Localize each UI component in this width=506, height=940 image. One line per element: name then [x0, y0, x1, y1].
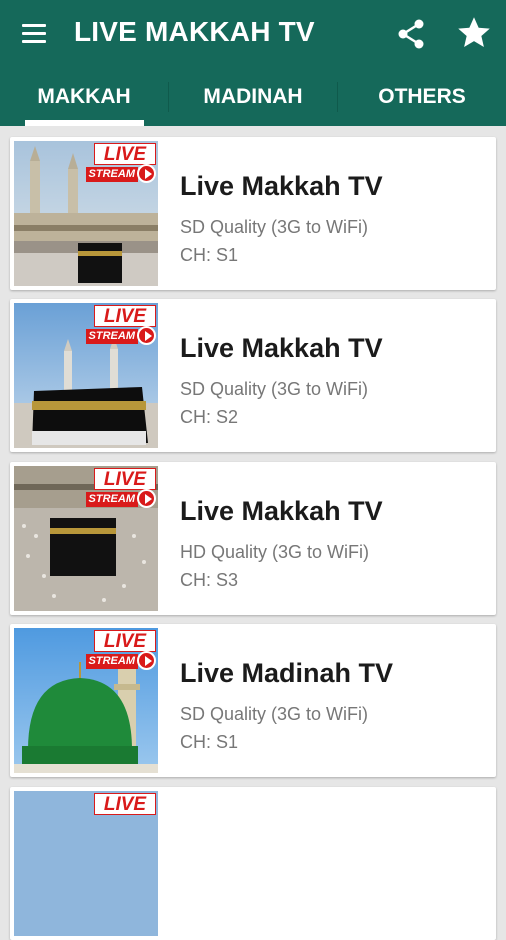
live-label: LIVE	[94, 630, 156, 652]
live-label: LIVE	[94, 305, 156, 327]
live-label: LIVE	[94, 793, 156, 815]
tab-madinah[interactable]: MADINAH	[169, 68, 337, 126]
live-label: LIVE	[94, 468, 156, 490]
channel-card[interactable]: LIVE STREAM Live Makkah TV HD Quality (3…	[10, 462, 496, 615]
stream-label: STREAM	[85, 167, 138, 182]
stream-label: STREAM	[85, 329, 138, 344]
channel-title: Live Makkah TV	[180, 171, 383, 201]
toolbar: LIVE MAKKAH TV	[0, 0, 506, 68]
live-stream-badge: LIVE	[94, 793, 156, 833]
channel-title: Live Madinah TV	[180, 658, 394, 688]
tab-bar: MAKKAH MADINAH OTHERS	[0, 68, 506, 126]
play-icon	[137, 164, 156, 183]
tab-divider	[168, 82, 169, 112]
channel-quality: SD Quality (3G to WiFi)	[180, 379, 369, 399]
app-title: LIVE MAKKAH TV	[74, 16, 315, 47]
channel-thumbnail: LIVE STREAM	[14, 628, 158, 773]
channel-title: Live Makkah TV	[180, 333, 383, 363]
menu-icon[interactable]	[20, 22, 48, 46]
channel-number: CH: S1	[180, 732, 239, 752]
tab-makkah[interactable]: MAKKAH	[0, 68, 168, 126]
live-label: LIVE	[94, 143, 156, 165]
stream-label: STREAM	[85, 654, 138, 669]
stream-label: STREAM	[85, 492, 138, 507]
live-stream-badge: LIVE STREAM	[85, 305, 156, 345]
channel-quality: SD Quality (3G to WiFi)	[180, 217, 369, 237]
channel-quality: HD Quality (3G to WiFi)	[180, 542, 370, 562]
play-icon	[137, 651, 156, 670]
app-bar: LIVE MAKKAH TV MAKKAH MADINAH OTHERS	[0, 0, 506, 126]
channel-quality: SD Quality (3G to WiFi)	[180, 704, 369, 724]
channel-thumbnail: LIVE STREAM	[14, 303, 158, 448]
tab-others[interactable]: OTHERS	[338, 68, 506, 126]
channel-thumbnail: LIVE	[14, 791, 158, 936]
play-icon	[137, 489, 156, 508]
live-stream-badge: LIVE STREAM	[85, 143, 156, 183]
channel-thumbnail: LIVE STREAM	[14, 141, 158, 286]
tab-divider	[337, 82, 338, 112]
channel-number: CH: S1	[180, 245, 239, 265]
channel-thumbnail: LIVE STREAM	[14, 466, 158, 611]
channel-card[interactable]: LIVE	[10, 787, 496, 940]
live-stream-badge: LIVE STREAM	[85, 468, 156, 508]
tab-selected-indicator	[25, 120, 144, 126]
star-icon[interactable]	[456, 15, 492, 51]
channel-card[interactable]: LIVE STREAM Live Makkah TV SD Quality (3…	[10, 299, 496, 452]
channel-card[interactable]: LIVE STREAM Live Makkah TV SD Quality (3…	[10, 137, 496, 290]
channel-title: Live Makkah TV	[180, 496, 383, 526]
play-icon	[137, 326, 156, 345]
channel-number: CH: S3	[180, 570, 239, 590]
channel-card[interactable]: LIVE STREAM Live Madinah TV SD Quality (…	[10, 624, 496, 777]
share-icon[interactable]	[396, 18, 426, 50]
channel-number: CH: S2	[180, 407, 239, 427]
live-stream-badge: LIVE STREAM	[85, 630, 156, 670]
